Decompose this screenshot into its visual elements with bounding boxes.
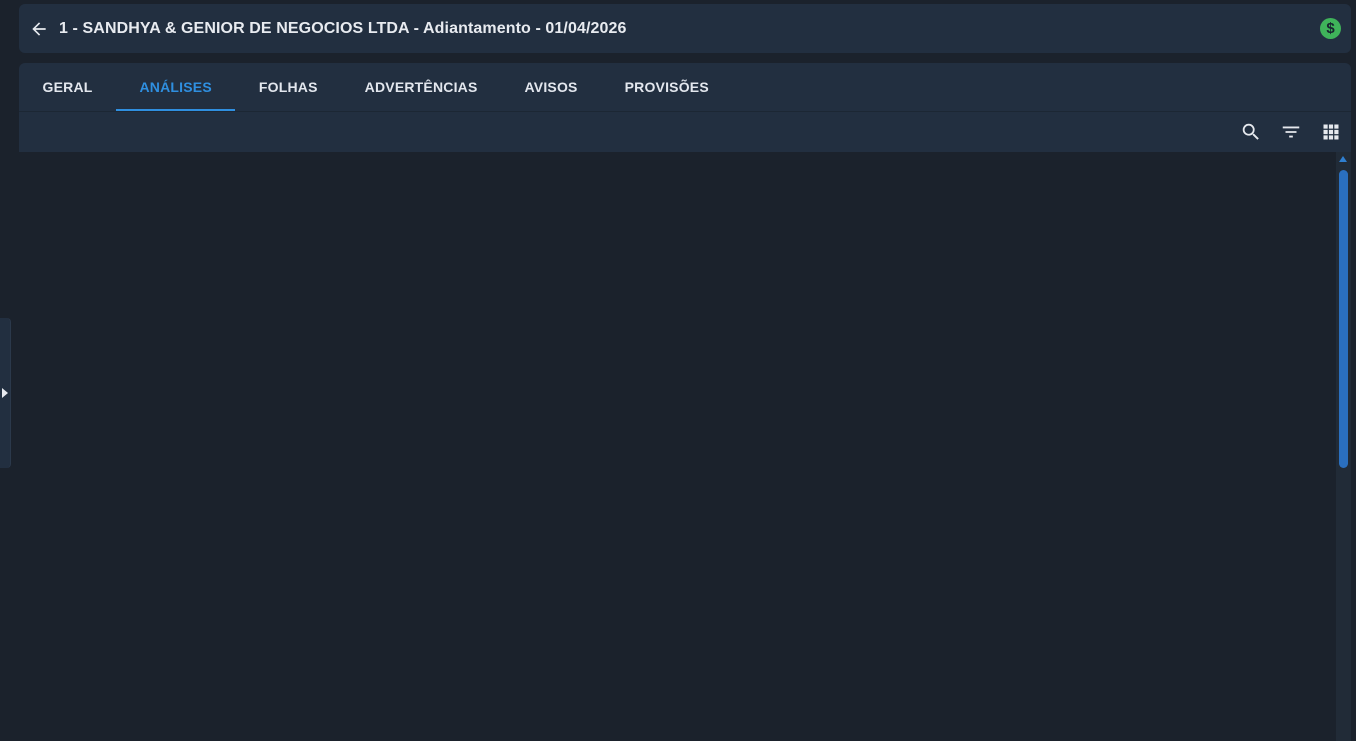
scroll-thumb[interactable] bbox=[1339, 170, 1348, 468]
scroll-up-arrow-icon[interactable] bbox=[1339, 156, 1347, 162]
tab-folhas[interactable]: FOLHAS bbox=[235, 63, 341, 111]
arrow-left-icon bbox=[32, 21, 46, 36]
filter-button[interactable] bbox=[1271, 112, 1311, 152]
filter-icon bbox=[1282, 126, 1300, 138]
toolbar bbox=[1231, 112, 1351, 152]
search-button[interactable] bbox=[1231, 112, 1271, 152]
tab-avisos[interactable]: AVISOS bbox=[501, 63, 601, 111]
tabs-panel: GERAL ANÁLISES FOLHAS ADVERTÊNCIAS AVISO… bbox=[19, 63, 1351, 152]
tab-divider bbox=[19, 111, 1351, 112]
vertical-scrollbar[interactable] bbox=[1336, 152, 1351, 741]
tab-advertencias[interactable]: ADVERTÊNCIAS bbox=[341, 63, 501, 111]
tab-bar: GERAL ANÁLISES FOLHAS ADVERTÊNCIAS AVISO… bbox=[19, 63, 732, 111]
tab-geral[interactable]: GERAL bbox=[19, 63, 116, 111]
sidebar-toggle[interactable] bbox=[0, 318, 11, 468]
tab-analises[interactable]: ANÁLISES bbox=[116, 63, 236, 111]
caret-right-icon bbox=[2, 388, 8, 398]
page-header: 1 - SANDHYA & GENIOR DE NEGOCIOS LTDA - … bbox=[19, 4, 1351, 53]
page-title: 1 - SANDHYA & GENIOR DE NEGOCIOS LTDA - … bbox=[59, 19, 627, 37]
content-area bbox=[19, 152, 1336, 741]
search-icon bbox=[1242, 123, 1259, 140]
grid-view-button[interactable] bbox=[1311, 112, 1351, 152]
grid-view-icon bbox=[1323, 124, 1339, 140]
back-button[interactable] bbox=[28, 18, 50, 40]
dollar-circle-icon: $ bbox=[1320, 18, 1341, 39]
tab-provisoes[interactable]: PROVISÕES bbox=[601, 63, 732, 111]
